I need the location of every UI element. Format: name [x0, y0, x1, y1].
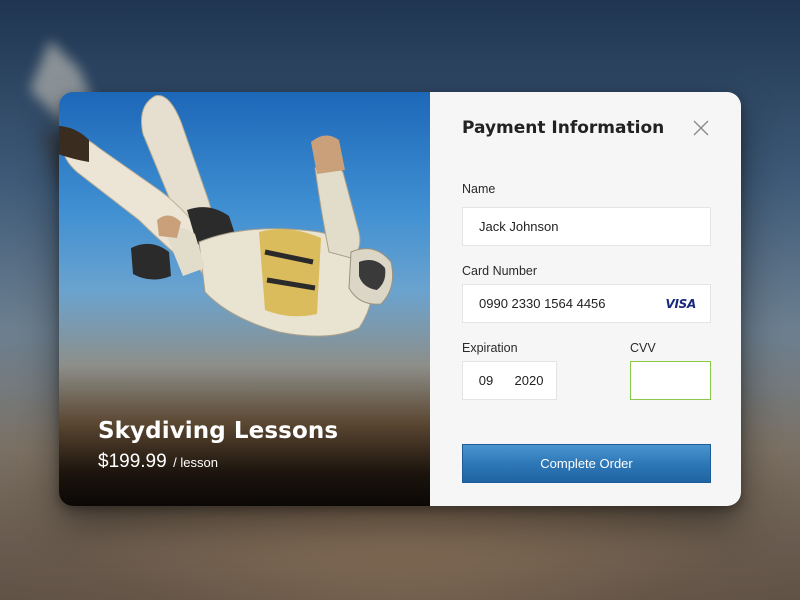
product-price: $199.99 — [98, 451, 167, 472]
expiration-year[interactable]: 2020 — [515, 373, 544, 388]
name-field[interactable] — [462, 207, 711, 246]
checkout-card: Skydiving Lessons $199.99 / lesson Payme… — [59, 92, 741, 506]
card-number-field[interactable]: VISA — [462, 284, 711, 323]
product-hero: Skydiving Lessons $199.99 / lesson — [59, 92, 430, 506]
payment-panel: Payment Information Name Card Number VIS… — [430, 92, 741, 506]
expiration-label: Expiration — [462, 341, 518, 355]
close-icon[interactable] — [692, 119, 710, 137]
product-price-unit: / lesson — [173, 455, 218, 470]
cvv-label: CVV — [630, 341, 656, 355]
cvv-field[interactable] — [630, 361, 711, 400]
cvv-input[interactable] — [639, 362, 710, 399]
expiration-month[interactable]: 09 — [479, 373, 493, 388]
name-label: Name — [462, 182, 496, 196]
visa-icon: VISA — [665, 297, 697, 311]
payment-title: Payment Information — [462, 118, 665, 138]
expiration-year-field[interactable]: 2020 — [502, 361, 557, 400]
product-price-row: $199.99 / lesson — [98, 451, 218, 473]
name-input[interactable] — [479, 208, 710, 245]
card-number-label: Card Number — [462, 264, 538, 278]
product-title: Skydiving Lessons — [98, 418, 339, 444]
complete-order-button[interactable]: Complete Order — [462, 444, 711, 483]
